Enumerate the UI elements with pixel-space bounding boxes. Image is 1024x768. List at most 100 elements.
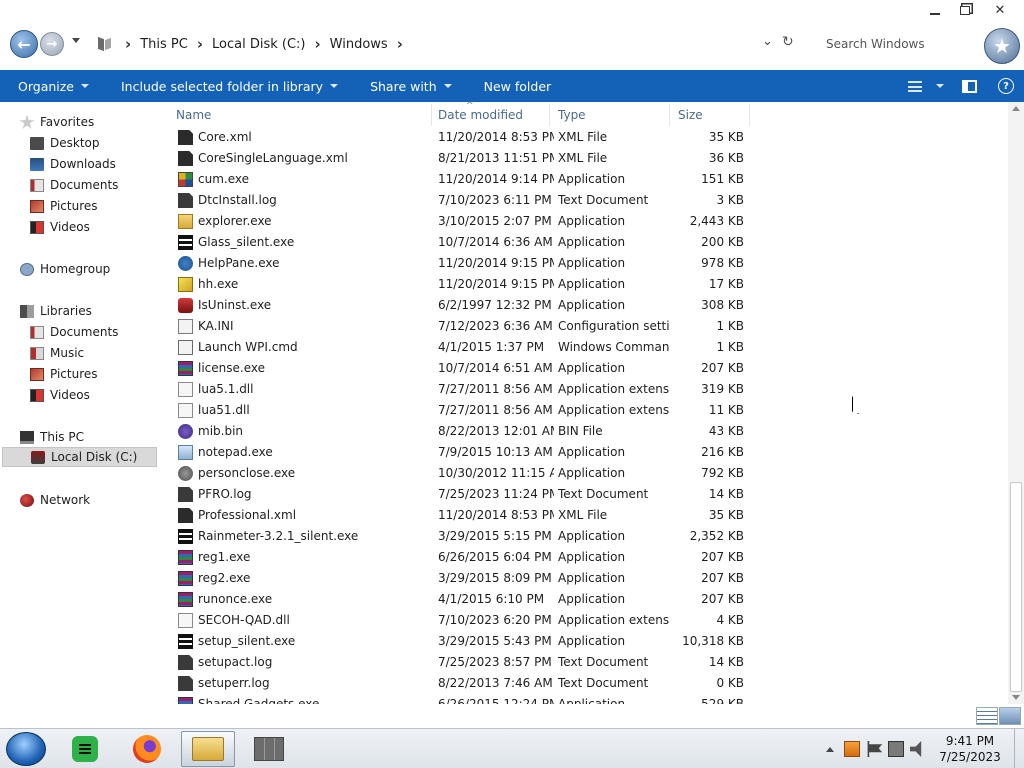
help-button[interactable]: ? (988, 70, 1024, 102)
table-row[interactable]: hh.exe 11/20/2014 9:15 PM Application 17 KB (166, 274, 756, 295)
table-row[interactable]: mib.bin 8/22/2013 12:01 AM BIN File 43 KB (166, 421, 756, 442)
file-type: Application (558, 361, 626, 375)
start-button[interactable] (6, 732, 46, 766)
table-row[interactable]: setupact.log 7/25/2023 8:57 PM Text Docume… (166, 652, 756, 673)
large-icons-view-button[interactable] (999, 707, 1021, 725)
column-header-type[interactable]: Type (548, 104, 670, 126)
clock[interactable]: 9:41 PM 7/25/2023 (932, 733, 1008, 765)
organize-button[interactable]: Organize (0, 70, 103, 102)
show-hidden-icons-icon[interactable] (826, 746, 834, 752)
table-row[interactable]: Core.xml 11/20/2014 8:53 PM XML File 35 KB (166, 127, 756, 148)
table-row[interactable]: CoreSingleLanguage.xml 8/21/2013 11:51 PM… (166, 148, 756, 169)
nav-item-pictures[interactable]: Pictures (30, 196, 98, 216)
taskbar-file-explorer[interactable] (181, 731, 235, 767)
new-folder-button[interactable]: New folder (466, 70, 566, 102)
firewall-icon (254, 737, 284, 761)
table-row[interactable]: personclose.exe 10/30/2012 11:15 AM Applic… (166, 463, 756, 484)
table-row[interactable]: Professional.xml 11/20/2014 8:53 PM XML Fi… (166, 505, 756, 526)
taskbar-firewall[interactable] (242, 731, 296, 767)
table-row[interactable]: notepad.exe 7/9/2015 10:13 AM Application 2… (166, 442, 756, 463)
table-row[interactable]: lua51.dll 7/27/2011 8:56 AM Application ex… (166, 400, 756, 421)
table-row[interactable]: PFRO.log 7/25/2023 11:24 PM Text Document 1… (166, 484, 756, 505)
back-button[interactable]: ← (10, 30, 38, 58)
rar-archive-icon (178, 697, 193, 704)
taskbar-notes-app[interactable] (58, 731, 112, 767)
table-row[interactable]: setuperr.log 8/22/2013 7:46 AM Text Docume… (166, 673, 756, 694)
dll-file-icon (178, 613, 193, 628)
column-header-name[interactable]: Name (166, 104, 432, 126)
tray-app-icon[interactable] (844, 741, 860, 757)
table-row[interactable]: KA.INI 7/12/2023 6:36 AM Configuration set… (166, 316, 756, 337)
table-row[interactable]: Shared Gadgets.exe 6/26/2015 12:24 PM Appl… (166, 694, 756, 704)
table-row[interactable]: Glass_silent.exe 10/7/2014 6:36 AM Applica… (166, 232, 756, 253)
file-name: setup_silent.exe (198, 634, 296, 648)
file-date-modified: 10/7/2014 6:51 AM (438, 361, 553, 375)
nav-item-videos[interactable]: Videos (30, 217, 90, 237)
table-row[interactable]: reg2.exe 3/29/2015 8:09 PM Application 207 … (166, 568, 756, 589)
breadcrumb-separator-icon[interactable]: › (194, 35, 206, 53)
taskbar-firefox[interactable] (120, 731, 174, 767)
file-type: Application (558, 529, 626, 543)
table-row[interactable]: cum.exe 11/20/2014 9:14 PM Application 151 … (166, 169, 756, 190)
volume-icon[interactable] (910, 741, 922, 757)
nav-this-pc[interactable]: This PC (20, 427, 84, 447)
breadcrumb-local-disk[interactable]: Local Disk (C:) (206, 37, 311, 52)
network-tray-icon[interactable] (888, 741, 904, 757)
include-in-library-button[interactable]: Include selected folder in library (103, 70, 352, 102)
breadcrumb-windows[interactable]: Windows (324, 37, 394, 52)
view-options-dropdown[interactable] (930, 70, 950, 102)
vertical-scrollbar[interactable] (1008, 102, 1024, 704)
nav-item-downloads[interactable]: Downloads (30, 154, 116, 174)
nav-item-lib-music[interactable]: Music (30, 343, 84, 363)
details-view-button[interactable] (976, 707, 998, 725)
forward-button[interactable]: → (40, 32, 64, 56)
table-row[interactable]: explorer.exe 3/10/2015 2:07 PM Application… (166, 211, 756, 232)
show-desktop-button[interactable] (1014, 729, 1024, 768)
file-name: PFRO.log (198, 487, 252, 501)
nav-item-lib-pictures[interactable]: Pictures (30, 364, 98, 384)
close-button[interactable]: ✕ (980, 0, 1020, 20)
nav-item-documents[interactable]: Documents (30, 175, 118, 195)
table-row[interactable]: reg1.exe 6/26/2015 6:04 PM Application 207 … (166, 547, 756, 568)
search-input[interactable]: Search Windows (818, 33, 978, 55)
column-header-size[interactable]: Size (668, 104, 750, 126)
change-view-button[interactable] (900, 70, 930, 102)
table-row[interactable]: Rainmeter-3.2.1_silent.exe 3/29/2015 5:15… (166, 526, 756, 547)
nav-favorites[interactable]: Favorites (20, 112, 94, 132)
file-type: Application (558, 277, 626, 291)
nav-network[interactable]: Network (20, 490, 90, 510)
maximize-button[interactable] (950, 0, 980, 20)
table-row[interactable]: license.exe 10/7/2014 6:51 AM Application 2… (166, 358, 756, 379)
nav-item-desktop[interactable]: Desktop (30, 133, 100, 153)
table-row[interactable]: HelpPane.exe 11/20/2014 9:15 PM Applicatio… (166, 253, 756, 274)
nav-item-lib-documents[interactable]: Documents (30, 322, 118, 342)
share-with-button[interactable]: Share with (352, 70, 466, 102)
table-row[interactable]: IsUninst.exe 6/2/1997 12:32 PM Application… (166, 295, 756, 316)
breadcrumb-separator-icon[interactable]: › (311, 35, 323, 53)
table-row[interactable]: SECOH-QAD.dll 7/10/2023 6:20 PM Applicatio… (166, 610, 756, 631)
column-header-date[interactable]: Date modified (428, 104, 550, 126)
breadcrumb-separator-icon[interactable]: › (122, 35, 134, 53)
table-row[interactable]: setup_silent.exe 3/29/2015 5:43 PM Applica… (166, 631, 756, 652)
breadcrumb-separator-icon[interactable]: › (394, 35, 406, 53)
nav-libraries[interactable]: Libraries (20, 301, 92, 321)
table-row[interactable]: DtcInstall.log 7/10/2023 6:11 PM Text Docu… (166, 190, 756, 211)
videos-icon (30, 220, 44, 234)
scroll-up-icon[interactable] (1012, 106, 1020, 111)
nav-item-local-disk[interactable]: Local Disk (C:) (2, 447, 157, 467)
table-row[interactable]: Launch WPI.cmd 4/1/2015 1:37 PM Windows Co… (166, 337, 756, 358)
table-row[interactable]: runonce.exe 4/1/2015 6:10 PM Application 20… (166, 589, 756, 610)
recent-locations-dropdown[interactable] (72, 38, 80, 43)
refresh-icon[interactable]: ↻ (782, 34, 794, 50)
nav-item-lib-videos[interactable]: Videos (30, 385, 90, 405)
nav-homegroup[interactable]: Homegroup (20, 259, 110, 279)
preview-pane-button[interactable] (950, 70, 988, 102)
scrollbar-thumb[interactable] (1010, 482, 1022, 692)
table-row[interactable]: lua5.1.dll 7/27/2011 8:56 AM Application e… (166, 379, 756, 400)
star-icon[interactable]: ★ (984, 28, 1020, 64)
chevron-down-icon[interactable]: ⌄ (762, 34, 773, 49)
scroll-down-icon[interactable] (1012, 695, 1020, 700)
breadcrumb-this-pc[interactable]: This PC (134, 37, 194, 52)
minimize-button[interactable] (920, 0, 950, 20)
action-center-flag-icon[interactable] (867, 741, 882, 757)
